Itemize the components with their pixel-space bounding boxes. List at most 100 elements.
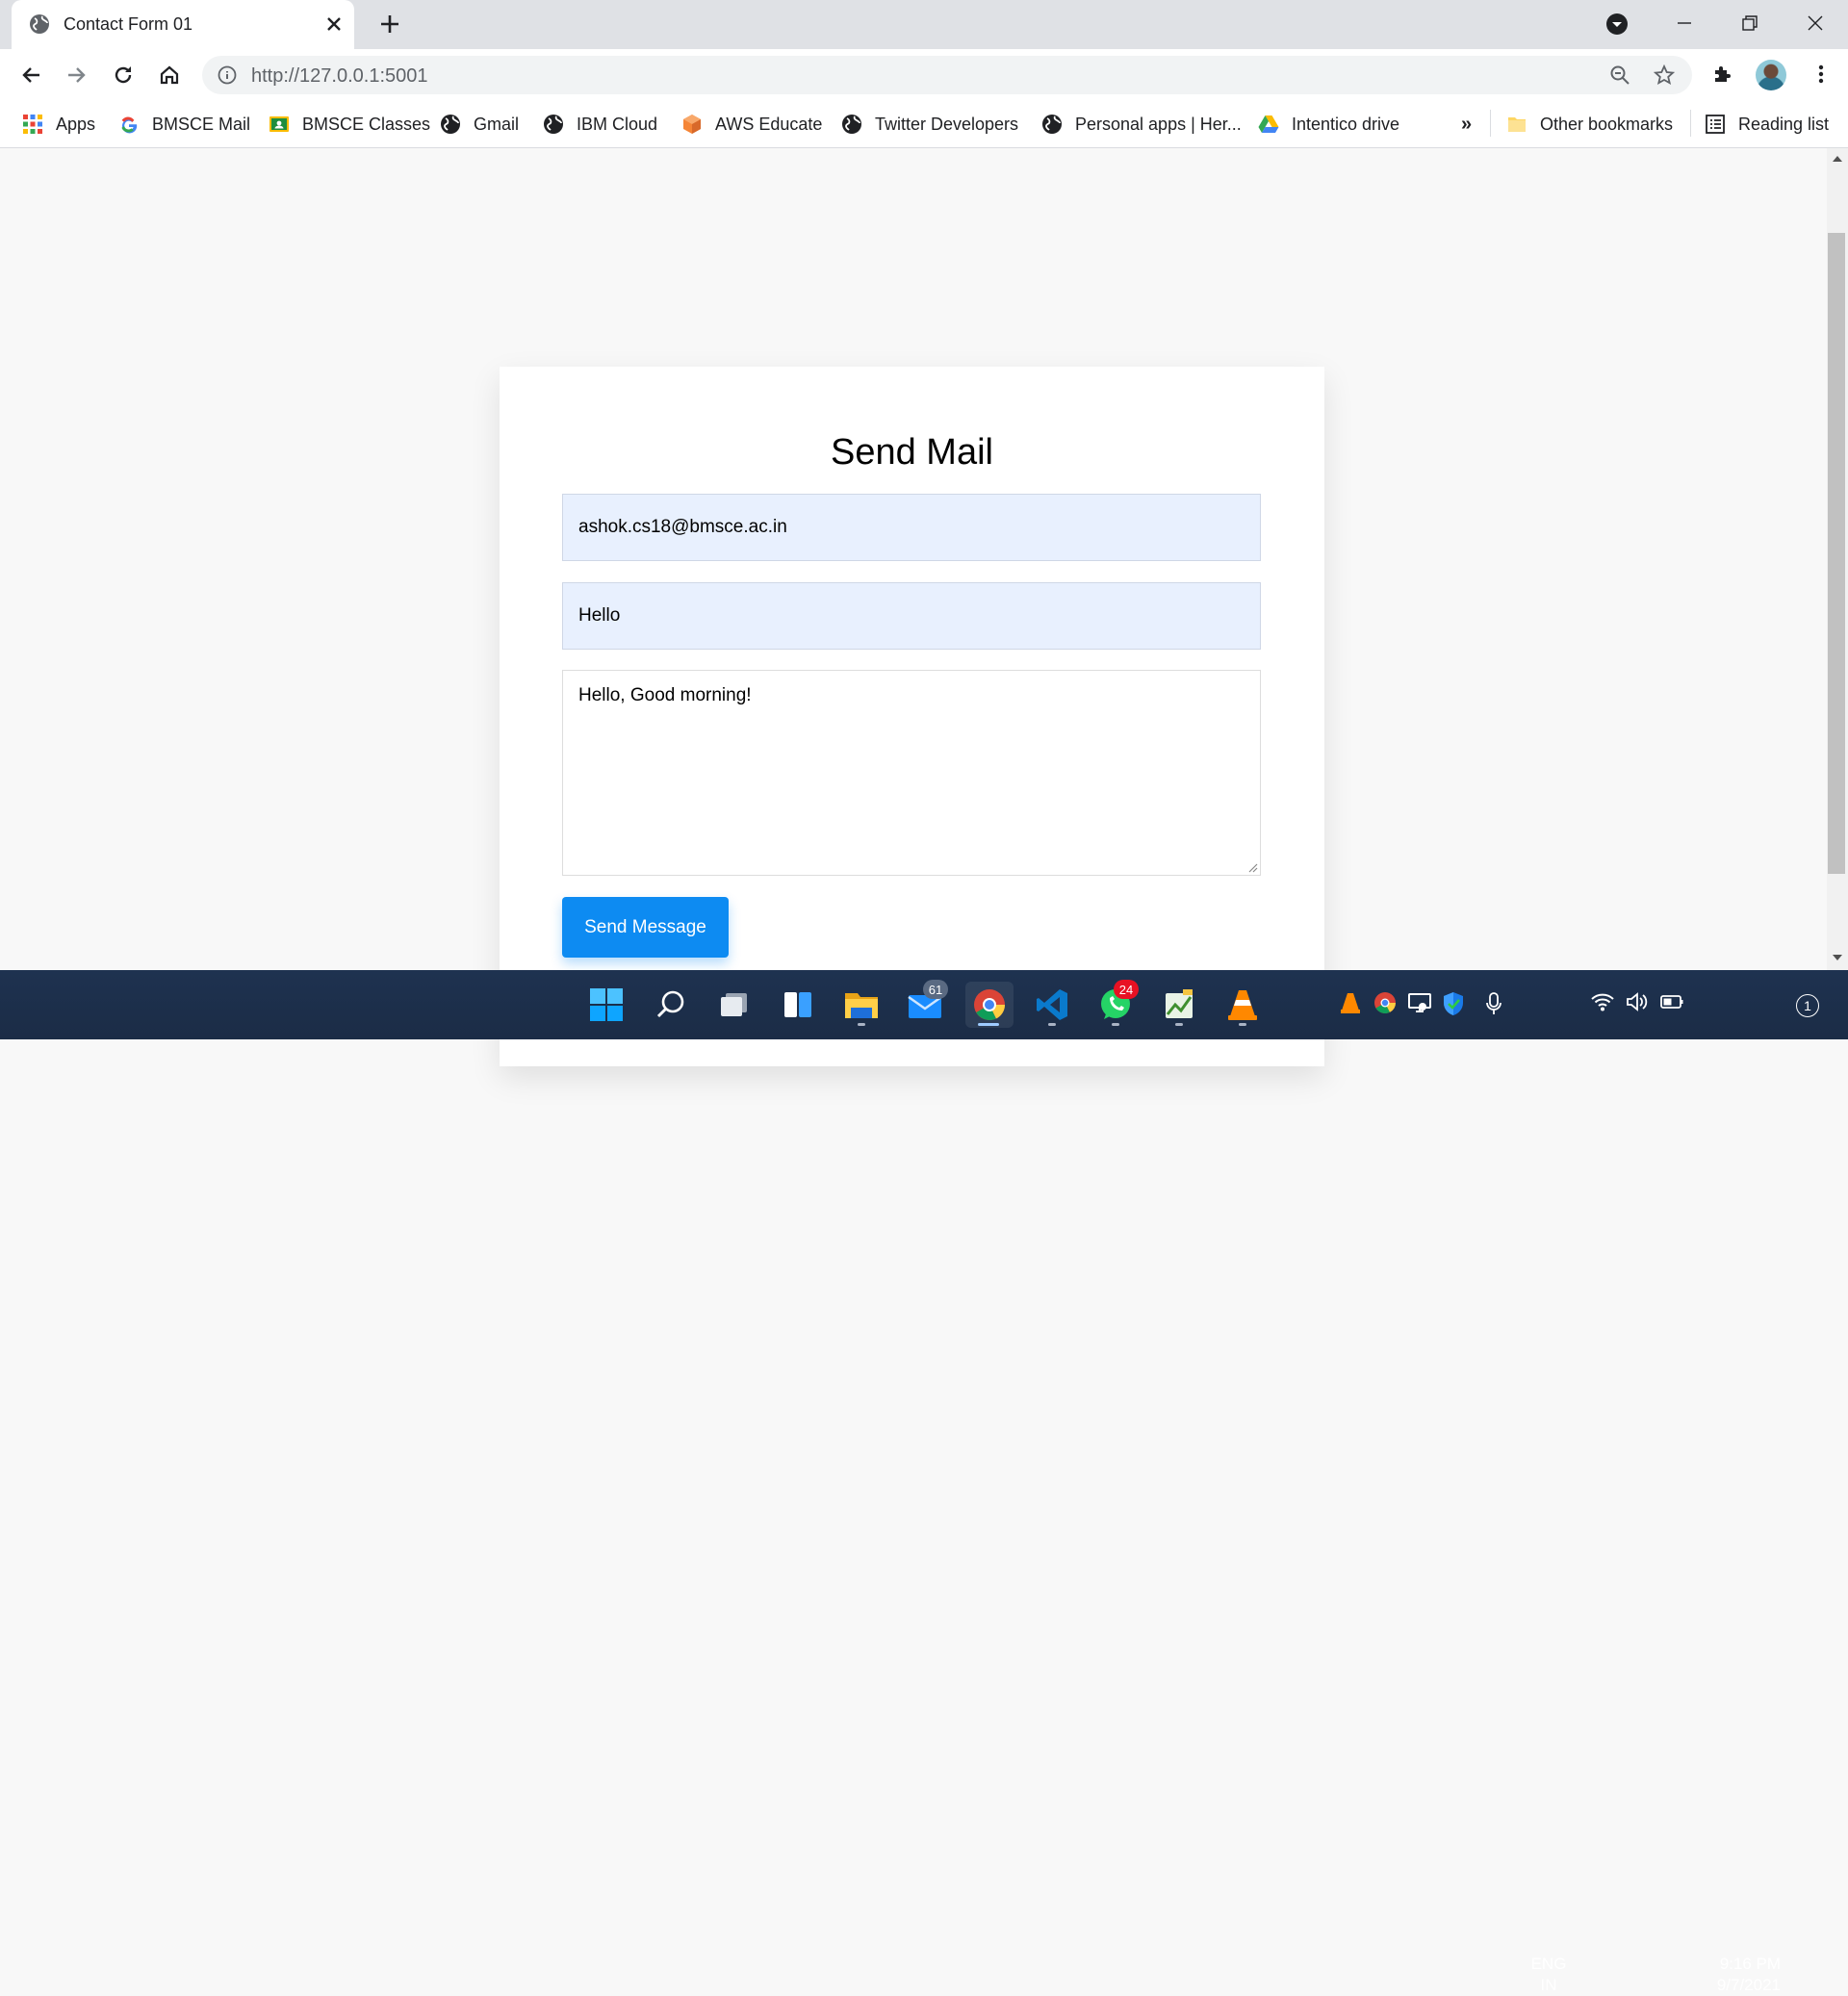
bookmark-label: IBM Cloud <box>577 114 658 134</box>
other-bookmarks-folder[interactable]: Other bookmarks <box>1505 101 1673 147</box>
reload-icon[interactable] <box>112 64 135 87</box>
message-textarea[interactable]: Hello, Good morning! <box>562 670 1261 876</box>
email-field[interactable] <box>562 494 1261 561</box>
chrome-tray-icon[interactable] <box>1373 991 1397 1014</box>
battery-icon[interactable] <box>1659 991 1684 1012</box>
task-view-button[interactable] <box>711 982 757 1028</box>
display-tray-icon[interactable] <box>1407 991 1432 1014</box>
browser-tab[interactable]: Contact Form 01 <box>12 0 354 49</box>
globe-icon <box>1040 113 1064 136</box>
bookmarks-overflow-button[interactable]: » <box>1461 101 1472 147</box>
clock-time: 9:16 PM <box>1719 1955 1781 1973</box>
globe-icon <box>439 113 462 136</box>
bookmark-label: Other bookmarks <box>1540 114 1674 134</box>
globe-icon <box>840 113 863 136</box>
bookmark-label: Twitter Developers <box>875 114 1019 134</box>
wifi-icon[interactable] <box>1590 991 1615 1012</box>
window-close-icon[interactable] <box>1804 12 1827 35</box>
form-title: Send Mail <box>831 432 993 473</box>
bookmark-bmsce-classes[interactable]: BMSCE Classes <box>268 101 430 147</box>
bookmarks-bar: Apps BMSCE Mail BMSCE Classes Gmail IBM … <box>0 101 1848 148</box>
profile-avatar[interactable] <box>1756 60 1786 90</box>
zoom-icon[interactable] <box>1609 64 1630 86</box>
google-icon <box>117 113 141 136</box>
bookmark-twitter-developers[interactable]: Twitter Developers <box>840 101 1018 147</box>
bookmark-star-icon[interactable] <box>1654 64 1675 86</box>
input-language-indicator[interactable]: ENG IN <box>1528 1954 1569 1996</box>
info-icon[interactable] <box>218 65 237 85</box>
globe-icon <box>29 13 50 35</box>
chrome-app-button[interactable] <box>965 982 1014 1028</box>
running-indicator <box>858 1023 865 1026</box>
bookmark-label: BMSCE Mail <box>152 114 251 134</box>
search-icon <box>654 988 687 1021</box>
home-icon[interactable] <box>158 64 181 87</box>
more-vertical-icon[interactable] <box>1810 63 1833 86</box>
tab-search-icon[interactable] <box>1605 13 1629 36</box>
bookmark-apps[interactable]: Apps <box>21 101 95 147</box>
vscode-icon <box>1035 987 1069 1022</box>
vlc-cone-icon <box>1226 987 1259 1022</box>
subject-field[interactable] <box>562 582 1261 650</box>
running-indicator <box>1048 1023 1056 1026</box>
scroll-down-arrow-icon[interactable] <box>1831 953 1844 962</box>
whatsapp-app-button[interactable]: 24 <box>1092 980 1139 1028</box>
mail-app-button[interactable]: 61 <box>902 980 948 1028</box>
bookmark-bmsce-mail[interactable]: BMSCE Mail <box>117 101 250 147</box>
bookmark-ibm-cloud[interactable]: IBM Cloud <box>542 101 657 147</box>
reading-list-button[interactable]: Reading list <box>1704 101 1829 147</box>
address-bar[interactable]: http://127.0.0.1:5001 <box>202 56 1692 94</box>
widgets-button[interactable] <box>775 982 821 1028</box>
file-explorer-button[interactable] <box>838 982 885 1028</box>
extensions-puzzle-icon[interactable] <box>1711 63 1734 86</box>
new-tab-icon[interactable] <box>377 12 402 37</box>
tab-title: Contact Form 01 <box>64 14 193 34</box>
bookmark-label: Intentico drive <box>1292 114 1400 134</box>
back-arrow-icon[interactable] <box>19 64 42 87</box>
bookmark-intentico-drive[interactable]: Intentico drive <box>1257 101 1399 147</box>
reading-list-icon <box>1704 113 1727 136</box>
contact-form-card: Send Mail Hello, Good morning! Send Mess… <box>500 367 1324 1066</box>
bookmark-personal-apps[interactable]: Personal apps | Her... <box>1040 101 1242 147</box>
whatsapp-badge: 24 <box>1114 980 1139 999</box>
classroom-icon <box>268 113 291 136</box>
language-code: ENG <box>1530 1955 1567 1973</box>
chrome-icon <box>972 987 1007 1022</box>
drive-icon <box>1257 113 1280 136</box>
bookmarks-divider <box>1690 110 1691 137</box>
volume-icon[interactable] <box>1625 991 1650 1012</box>
globe-icon <box>542 113 565 136</box>
security-shield-icon[interactable] <box>1442 991 1465 1016</box>
resize-handle-icon[interactable] <box>1246 861 1258 873</box>
running-indicator <box>978 1023 999 1026</box>
system-clock[interactable]: 9:16 PM 9/7/2021 <box>1702 1954 1781 1996</box>
send-message-button[interactable]: Send Message <box>562 897 729 958</box>
url-text[interactable]: http://127.0.0.1:5001 <box>251 65 428 88</box>
bookmark-aws-educate[interactable]: AWS Educate <box>680 101 822 147</box>
bookmark-label: Reading list <box>1738 114 1830 134</box>
scrollbar-thumb[interactable] <box>1828 233 1845 874</box>
bookmark-gmail[interactable]: Gmail <box>439 101 519 147</box>
task-view-icon <box>718 988 751 1021</box>
bookmark-label: Gmail <box>474 114 520 134</box>
forward-arrow-icon[interactable] <box>65 64 89 87</box>
scroll-up-arrow-icon[interactable] <box>1831 154 1844 164</box>
aws-icon <box>680 113 704 136</box>
taskbar-search-button[interactable] <box>648 982 694 1028</box>
restore-icon[interactable] <box>1738 12 1761 35</box>
running-indicator <box>1112 1023 1119 1026</box>
running-indicator <box>1175 1023 1183 1026</box>
start-button[interactable] <box>583 982 629 1028</box>
minimize-icon[interactable] <box>1673 12 1696 35</box>
vlc-app-button[interactable] <box>1219 982 1266 1028</box>
bookmarks-divider <box>1490 110 1491 137</box>
microphone-icon[interactable] <box>1484 991 1503 1016</box>
close-tab-icon[interactable] <box>323 13 345 35</box>
snipping-app-button[interactable] <box>1156 982 1202 1028</box>
tab-strip: Contact Form 01 <box>0 0 1848 49</box>
vscode-app-button[interactable] <box>1029 982 1075 1028</box>
bookmark-label: BMSCE Classes <box>302 114 431 134</box>
notification-count-badge[interactable]: 1 <box>1796 994 1819 1017</box>
vlc-tray-icon[interactable] <box>1340 991 1361 1014</box>
bookmark-label: AWS Educate <box>715 114 823 134</box>
